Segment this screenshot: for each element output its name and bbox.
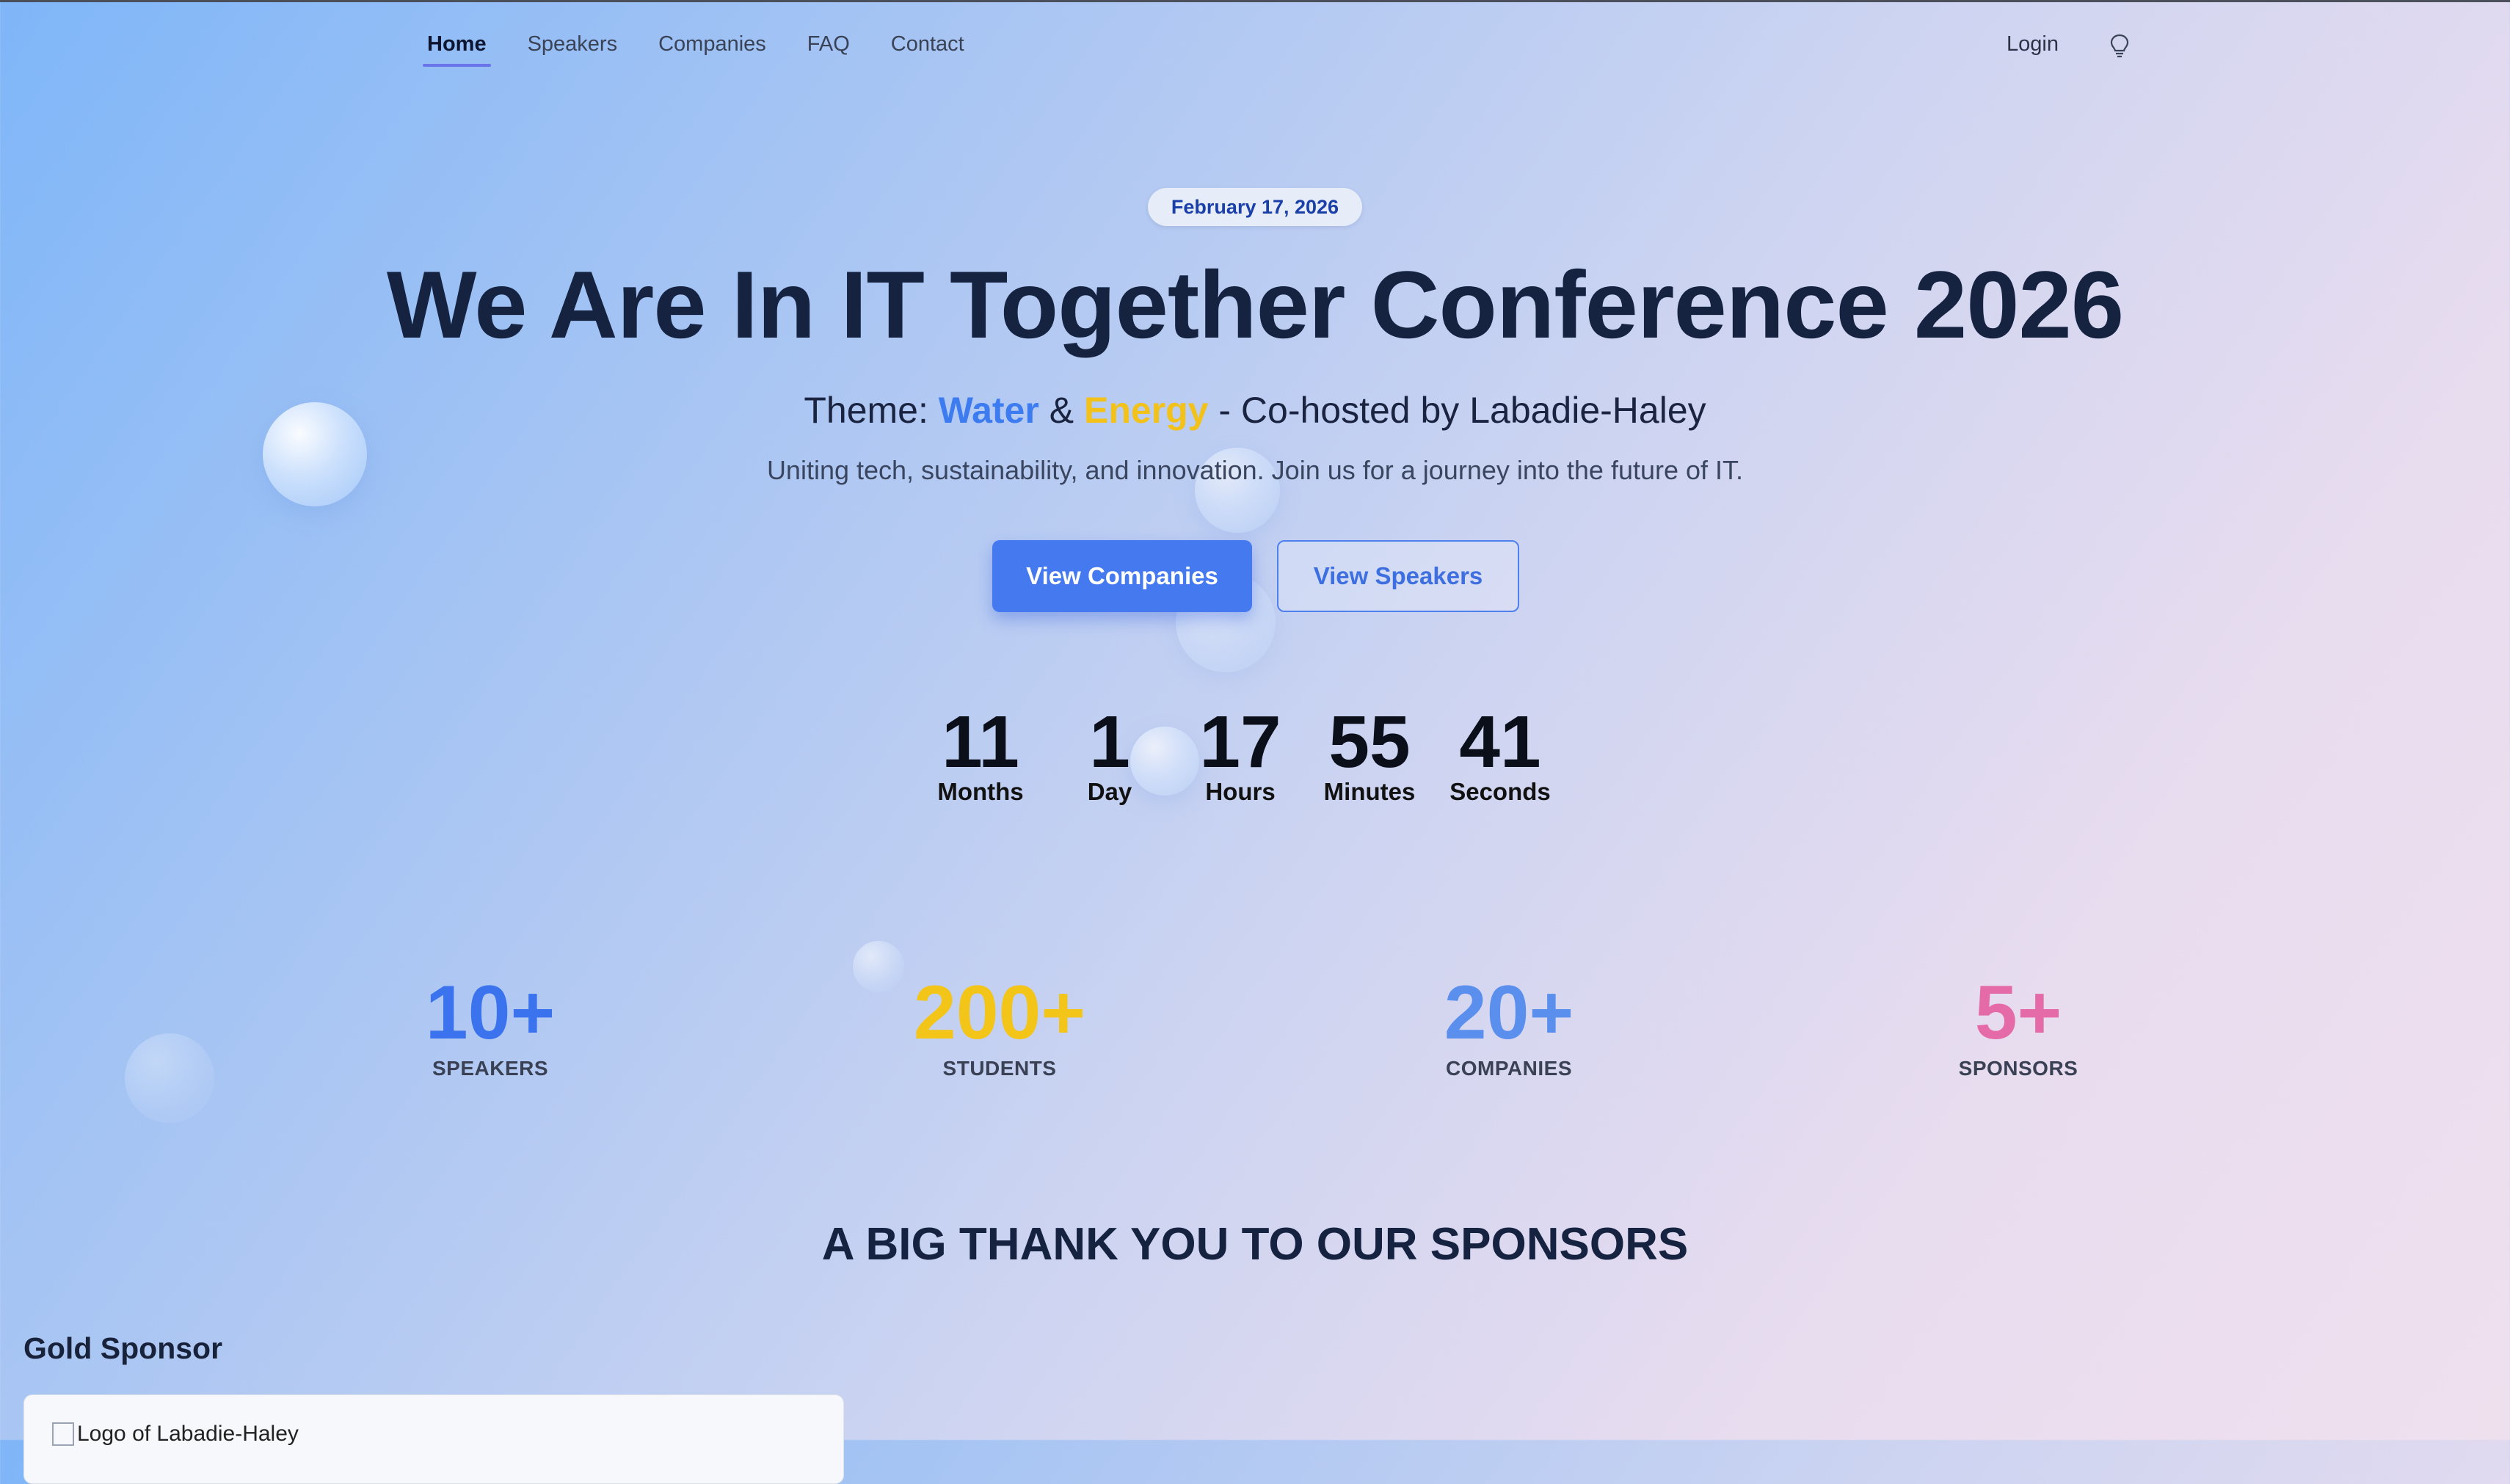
hero-tagline: Uniting tech, sustainability, and innova… [766,455,1744,485]
countdown-months: 11 Months [914,702,1047,806]
stat-label: SPEAKERS [432,1057,549,1080]
countdown-days: 1 Day [1044,702,1176,806]
theme-suffix: - Co-hosted by Labadie-Haley [1208,390,1706,431]
sponsor-logo: Logo of Labadie-Haley [52,1422,299,1447]
nav-item-home[interactable]: Home [423,32,491,67]
login-link[interactable]: Login [2007,32,2059,57]
countdown-hours: 17 Hours [1174,702,1306,806]
theme-water: Water [938,390,1039,431]
broken-image-icon [52,1422,74,1446]
countdown-seconds: 41 Seconds [1434,702,1566,806]
nav-item-speakers[interactable]: Speakers [528,32,618,64]
sponsor-tier-heading: Gold Sponsor [23,1331,223,1365]
stat-value: 10+ [425,970,556,1055]
nav-item-companies[interactable]: Companies [658,32,766,64]
countdown-value: 1 [1089,701,1130,783]
countdown-minutes: 55 Minutes [1303,702,1436,806]
stat-value: 20+ [1444,970,1574,1055]
stat-value: 200+ [913,970,1086,1055]
top-border [0,0,2510,2]
stat-speakers: 10+ SPEAKERS [343,969,637,1080]
view-companies-button[interactable]: View Companies [992,540,1252,612]
stat-label: STUDENTS [942,1057,1057,1080]
stat-label: SPONSORS [1958,1057,2078,1080]
theme-energy: Energy [1083,390,1209,431]
view-speakers-button[interactable]: View Speakers [1277,540,1519,612]
countdown-value: 41 [1459,701,1541,783]
sponsor-card[interactable]: Logo of Labadie-Haley [23,1394,844,1484]
countdown-label: Seconds [1449,778,1551,805]
countdown-label: Day [1087,778,1132,805]
countdown-value: 17 [1199,701,1281,783]
countdown-value: 55 [1328,701,1411,783]
sponsor-logo-alt-text: Logo of Labadie-Haley [77,1422,299,1446]
countdown-value: 11 [942,701,1019,783]
event-date-badge: February 17, 2026 [1148,188,1362,226]
decorative-bubble [125,1033,214,1123]
nav-item-faq[interactable]: FAQ [807,32,850,64]
nav-item-contact[interactable]: Contact [891,32,964,64]
countdown-label: Hours [1205,778,1276,805]
stat-label: COMPANIES [1446,1057,1572,1080]
theme-prefix: Theme: [804,390,939,431]
theme-ampersand: & [1038,390,1084,431]
lightbulb-icon[interactable] [2108,32,2131,62]
theme-line: Theme: Water & Energy - Co-hosted by Lab… [0,389,2510,432]
countdown-label: Months [937,778,1024,805]
stat-students: 200+ STUDENTS [853,969,1146,1080]
countdown-label: Minutes [1323,778,1416,805]
stat-companies: 20+ COMPANIES [1362,969,1656,1080]
sponsors-heading: A BIG THANK YOU TO OUR SPONSORS [821,1219,1689,1270]
main-nav: Home Speakers Companies FAQ Contact [411,32,1005,67]
page-title: We Are In IT Together Conference 2026 [386,251,2124,358]
stat-sponsors: 5+ SPONSORS [1871,969,2165,1080]
stat-value: 5+ [1974,970,2062,1055]
